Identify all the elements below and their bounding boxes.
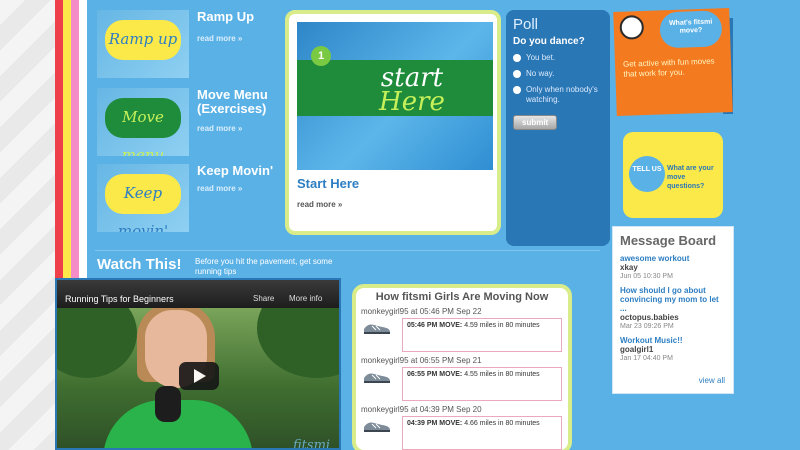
moving-entry-box: 06:55 PM MOVE: 4.55 miles in 80 minutes [402, 367, 562, 401]
radio-button[interactable] [513, 54, 521, 62]
keep-movin-title[interactable]: Keep Movin' [197, 164, 273, 178]
play-button-icon[interactable] [179, 362, 219, 390]
message-title-link[interactable]: Workout Music!! [620, 336, 726, 345]
move-time: 05:46 PM MOVE: [407, 322, 463, 329]
moving-now-heading: How fitsmi Girls Are Moving Now [375, 291, 549, 303]
feature-ramp-up[interactable]: Ramp up Ramp Up read more » [97, 10, 283, 80]
poll-option-label: You bet. [526, 53, 556, 62]
move-menu-art-text: Move menu [105, 98, 181, 156]
poll-option-only-when[interactable]: Only when nobody's watching. [513, 85, 603, 105]
move-time: 04:39 PM MOVE: [407, 420, 463, 427]
message-board-entry: How should I go about convincing my mom … [620, 286, 726, 331]
moving-entry: monkeygirl95 at 05:46 PM Sep 22 05:46 PM… [356, 303, 568, 352]
move-description: 4.55 miles in 80 minutes [464, 371, 540, 378]
tell-us-text: What are your move questions? [667, 165, 714, 190]
start-art-text: start Here [337, 65, 487, 117]
moving-now-panel: How fitsmi Girls Are Moving Now monkeygi… [352, 284, 572, 450]
video-share-button[interactable]: Share [253, 294, 274, 303]
poll-option-no-way[interactable]: No way. [513, 69, 603, 79]
message-board-entry: Workout Music!! goalgirl1 Jan 17 04:40 P… [620, 336, 726, 363]
poll-submit-button[interactable]: submit [513, 115, 558, 130]
move-time: 06:55 PM MOVE: [407, 371, 463, 378]
message-date: Mar 23 09:26 PM [620, 323, 674, 330]
move-menu-art[interactable]: Move menu [97, 88, 189, 156]
video-watermark: fitsmi move [293, 438, 331, 450]
ramp-up-art[interactable]: Ramp up [97, 10, 189, 78]
moving-entry: monkeygirl95 at 06:55 PM Sep 21 06:55 PM… [356, 352, 568, 401]
radio-button[interactable] [513, 70, 521, 78]
move-description: 4.59 miles in 80 minutes [464, 322, 540, 329]
ramp-up-art-text: Ramp up [105, 20, 181, 60]
moving-entry-box: 05:46 PM MOVE: 4.59 miles in 80 minutes [402, 318, 562, 352]
view-all-link[interactable]: view all [699, 376, 725, 385]
keep-movin-read-more[interactable]: read more » [197, 184, 242, 193]
poll-question: Do you dance? [513, 36, 585, 47]
moving-entry-box: 04:39 PM MOVE: 4.66 miles in 80 minutes [402, 416, 562, 450]
message-date: Jun 05 10:30 PM [620, 273, 673, 280]
fitsmi-move-note[interactable]: What's fitsmi move? Get active with fun … [613, 8, 733, 116]
cat-avatar-icon [619, 15, 645, 40]
poll-panel: Poll Do you dance? You bet. No way. Only… [506, 10, 610, 246]
video-title-bar: Running Tips for Beginners Share More in… [57, 280, 339, 308]
message-board: Message Board awesome workout xkay Jun 0… [612, 226, 734, 394]
move-menu-title[interactable]: Move Menu (Exercises) [197, 88, 277, 116]
poll-option-label: Only when nobody's watching. [526, 85, 598, 104]
ramp-up-title[interactable]: Ramp Up [197, 10, 254, 24]
poll-heading: Poll [513, 16, 539, 33]
feature-move-menu[interactable]: Move menu Move Menu (Exercises) read mor… [97, 88, 283, 158]
keep-movin-art[interactable]: Keep movin' [97, 164, 189, 232]
video-player[interactable]: fitsmi move Running Tips for Beginners S… [55, 278, 341, 450]
message-date: Jan 17 04:40 PM [620, 355, 673, 362]
sneaker-icon [364, 324, 390, 334]
start-here-art[interactable]: 1 start Here [297, 22, 493, 170]
message-title-link[interactable]: How should I go about convincing my mom … [620, 286, 726, 313]
poll-option-label: No way. [526, 69, 555, 78]
feature-keep-movin[interactable]: Keep movin' Keep Movin' read more » [97, 164, 283, 234]
ramp-up-read-more[interactable]: read more » [197, 34, 242, 43]
poll-option-you-bet[interactable]: You bet. [513, 53, 603, 63]
moving-entry-user: monkeygirl95 at 05:46 PM Sep 22 [361, 307, 482, 316]
fitsmi-move-cloud[interactable]: What's fitsmi move? [659, 10, 723, 49]
radio-button[interactable] [513, 86, 521, 94]
start-here-title[interactable]: Start Here [297, 176, 359, 191]
moving-entry-user: monkeygirl95 at 06:55 PM Sep 21 [361, 356, 482, 365]
watch-this-subtitle: Before you hit the pavement, get some ru… [195, 257, 333, 276]
start-here-read-more[interactable]: read more » [297, 200, 342, 209]
message-title-link[interactable]: awesome workout [620, 254, 726, 263]
microphone-icon [155, 386, 181, 422]
move-menu-read-more[interactable]: read more » [197, 124, 242, 133]
message-board-entry: awesome workout xkay Jun 05 10:30 PM [620, 254, 726, 281]
watch-this-title: Watch This! [97, 256, 182, 273]
move-description: 4.66 miles in 80 minutes [464, 420, 540, 427]
moving-entry: monkeygirl95 at 04:39 PM Sep 20 04:39 PM… [356, 401, 568, 450]
start-art-line2: Here [379, 87, 445, 117]
sneaker-icon [364, 373, 390, 383]
message-user: octopus.babies [620, 313, 679, 322]
tell-us-box[interactable]: TELL US What are your move questions? [623, 132, 723, 218]
message-board-heading: Message Board [620, 233, 717, 248]
sneaker-icon [364, 422, 390, 432]
video-more-info-button[interactable]: More info [289, 294, 322, 303]
moving-entry-user: monkeygirl95 at 04:39 PM Sep 20 [361, 405, 482, 414]
page: Ramp up Ramp Up read more » Move menu Mo… [55, 0, 800, 450]
section-divider [95, 250, 600, 251]
fitsmi-move-text: Get active with fun moves that work for … [622, 56, 715, 79]
video-title[interactable]: Running Tips for Beginners [65, 294, 174, 304]
step-number-badge: 1 [311, 46, 331, 66]
keep-movin-art-text: Keep movin' [105, 174, 181, 232]
tell-us-cloud-icon[interactable]: TELL US [629, 156, 665, 192]
start-here-card[interactable]: 1 start Here Start Here read more » [285, 10, 501, 235]
message-user: goalgirl1 [620, 345, 654, 354]
message-user: xkay [620, 263, 638, 272]
